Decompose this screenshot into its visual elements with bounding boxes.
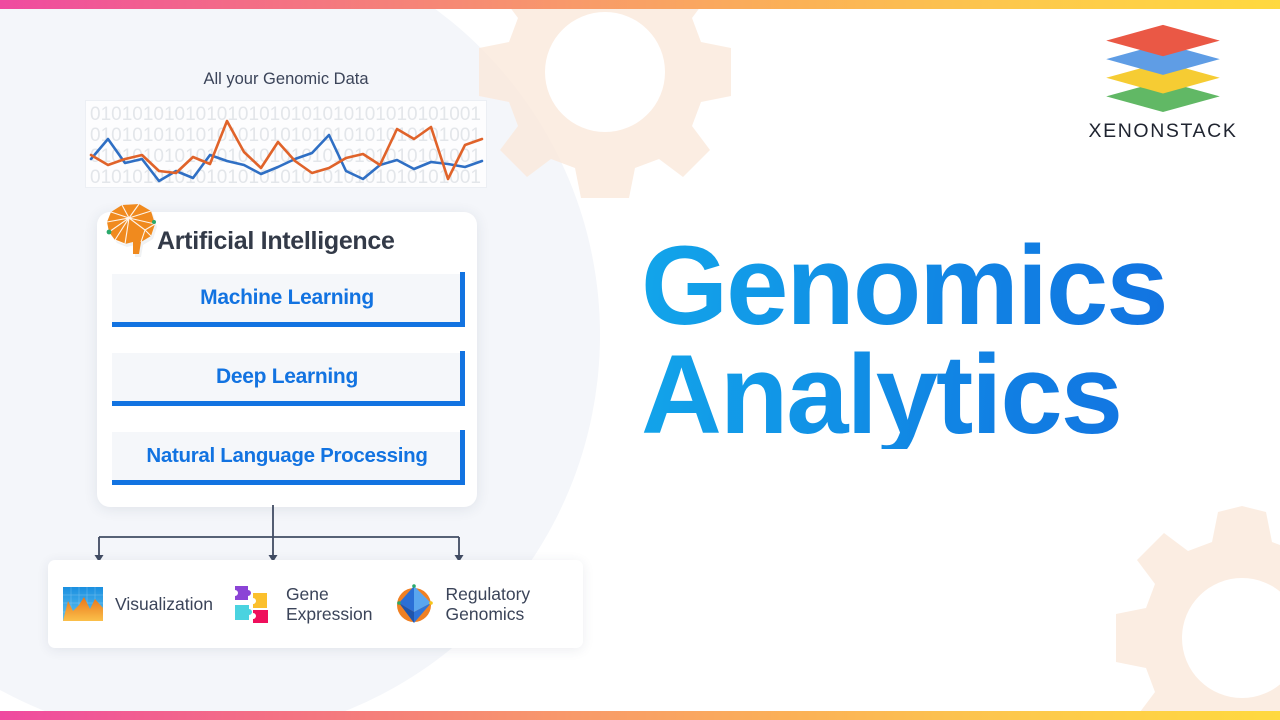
ai-subfield-label: Natural Language Processing [146, 444, 428, 467]
svg-text:010101010101010101010101010101: 0101010101010101010101010101010101001 [90, 125, 481, 146]
bottom-gradient-bar [0, 711, 1280, 720]
gear-icon [479, 0, 731, 198]
cube-sphere-icon [396, 584, 433, 623]
output-item-label: Regulatory Genomics [445, 583, 531, 624]
analytics-outputs-card: Visualization Gene Expression Regulatory… [48, 560, 583, 648]
ai-subfield-label: Deep Learning [216, 365, 358, 388]
page-title: Genomics Analytics [641, 223, 1169, 457]
area-chart-icon [63, 587, 103, 621]
svg-text:010101010101010101010101010101: 0101010101010101010101010101010101001 [90, 104, 481, 125]
flow-connector-arrows [94, 505, 464, 562]
output-item-gene-expression[interactable]: Gene Expression [231, 581, 373, 627]
xenonstack-stacked-layers-logo [1106, 24, 1220, 113]
top-gradient-bar [0, 0, 1280, 9]
ai-subfield-list: Machine Learning Deep Learning Natural L… [97, 270, 477, 485]
puzzle-pieces-icon [234, 586, 268, 623]
brand-logo: XENONSTACK [1068, 20, 1258, 143]
ai-subfield-label: Machine Learning [200, 286, 374, 309]
output-item-visualization[interactable]: Visualization [60, 581, 213, 627]
genomic-data-label: All your Genomic Data [203, 70, 369, 88]
gear-icon [1116, 506, 1280, 720]
artificial-intelligence-card: Artificial Intelligence Machine Learning… [97, 203, 477, 507]
ai-subfield-machine-learning[interactable]: Machine Learning [112, 272, 465, 327]
output-item-label: Gene Expression [285, 583, 373, 624]
svg-text:010101010101010101010101010101: 0101010101010101010101010101010101001 [90, 167, 481, 187]
ai-subfield-natural-language-processing[interactable]: Natural Language Processing [112, 430, 465, 485]
ai-card-title: Artificial Intelligence [157, 226, 395, 255]
ai-card-header: Artificial Intelligence [97, 203, 477, 270]
genomic-data-chart: 0101010101010101010101010101010101001 01… [85, 100, 487, 188]
ai-subfield-deep-learning[interactable]: Deep Learning [112, 351, 465, 406]
output-item-regulatory-genomics[interactable]: Regulatory Genomics [391, 581, 531, 627]
brain-icon [106, 203, 157, 257]
brand-wordmark: XENONSTACK [1088, 120, 1238, 142]
output-item-label: Visualization [115, 593, 213, 614]
